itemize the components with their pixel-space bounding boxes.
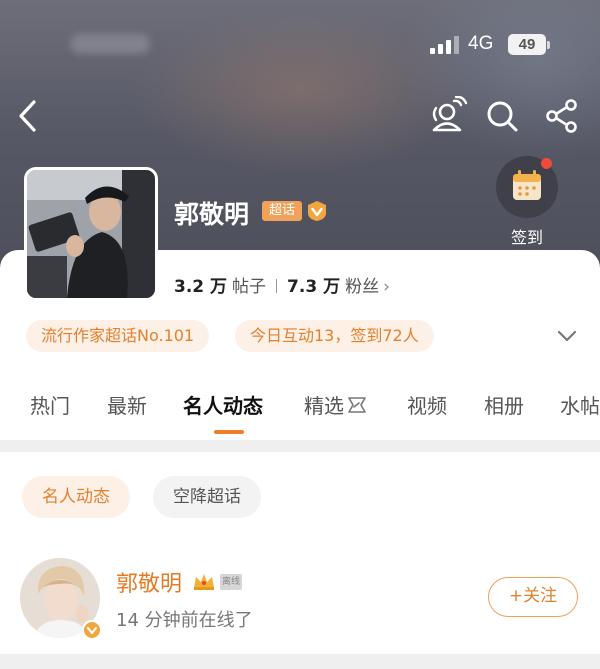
users-icon[interactable] [426, 96, 468, 136]
verified-badge-icon [82, 620, 102, 640]
tab-albums[interactable]: 相册 [484, 390, 524, 419]
status-time-blurred [70, 34, 150, 54]
stats-divider [276, 279, 278, 293]
search-icon[interactable] [484, 98, 520, 134]
active-tab-indicator [214, 430, 244, 434]
ribbon-icon [348, 397, 366, 413]
topic-stats[interactable]: 3.2 万帖子 7.3 万粉丝 › [174, 272, 390, 297]
filter-chip-celebrity-news[interactable]: 名人动态 [22, 476, 130, 518]
topic-tabs: 热门 最新 名人动态 精选 视频 相册 水帖 [0, 390, 600, 430]
topic-title: 郭敬明 [174, 200, 250, 229]
rank-pill[interactable]: 流行作家超话No.101 [26, 320, 210, 352]
tab-videos[interactable]: 视频 [407, 390, 447, 419]
celebrity-name[interactable]: 郭敬明 [116, 566, 182, 598]
fans-count: 7.3 万 [287, 277, 341, 297]
tab-celebrity-news[interactable]: 名人动态 [183, 390, 263, 419]
battery-icon: 49 [508, 34, 546, 55]
crown-icon [194, 574, 214, 590]
signal-icon [430, 36, 460, 54]
offline-tag: 离线 [220, 574, 242, 590]
tab-featured[interactable]: 精选 [304, 390, 368, 419]
chevron-right-icon: › [383, 277, 390, 297]
back-icon[interactable] [14, 98, 44, 134]
tab-latest[interactable]: 最新 [107, 390, 147, 419]
posts-label: 帖子 [232, 277, 267, 297]
battery-nub [547, 41, 550, 49]
super-topic-tag: 超话 [262, 201, 302, 221]
filter-chip-airdrop-topic[interactable]: 空降超话 [153, 476, 261, 518]
verified-badge-icon [308, 201, 326, 221]
network-type: 4G [468, 33, 494, 54]
checkin-label: 签到 [510, 228, 543, 247]
posts-count: 3.2 万 [174, 277, 228, 297]
checkin-notification-dot [541, 158, 552, 169]
chevron-down-icon[interactable] [556, 328, 578, 344]
tab-featured-label: 精选 [304, 394, 344, 418]
today-activity-pill[interactable]: 今日互动13，签到72人 [235, 320, 434, 352]
tab-hot[interactable]: 热门 [30, 390, 70, 419]
tab-water-posts[interactable]: 水帖 [560, 390, 600, 419]
share-icon[interactable] [544, 98, 580, 134]
fans-label: 粉丝 [345, 277, 380, 297]
topic-cover-image[interactable] [24, 167, 158, 301]
last-online-status: 14 分钟前在线了 [116, 610, 253, 631]
follow-button[interactable]: +关注 [488, 577, 578, 617]
